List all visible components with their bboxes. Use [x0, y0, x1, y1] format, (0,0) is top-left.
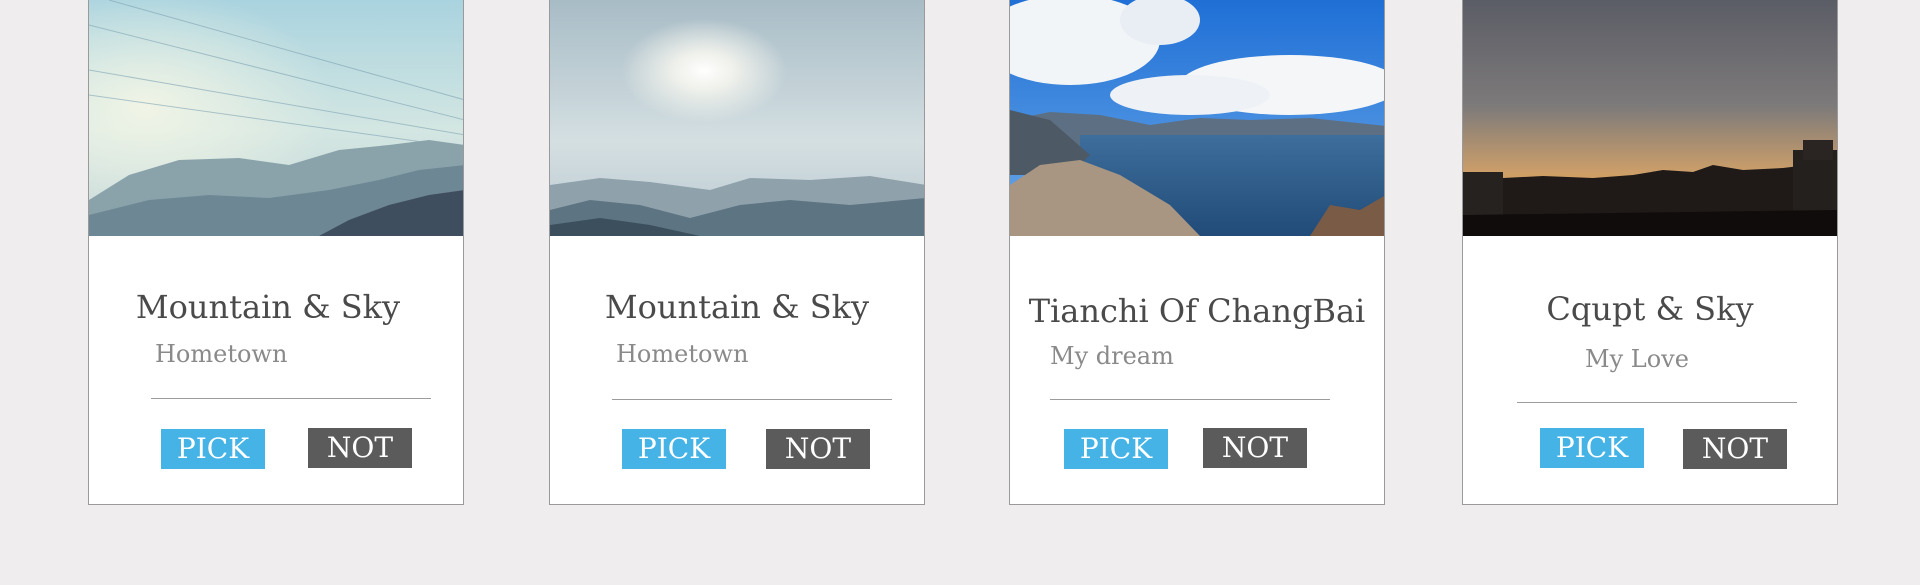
- card-photo-sunset-skyline: [1463, 0, 1837, 236]
- card-subtitle: Hometown: [616, 340, 749, 368]
- card-photo-misty-mountains: [89, 0, 463, 236]
- pick-button[interactable]: PICK: [622, 429, 726, 469]
- pick-button[interactable]: PICK: [1540, 428, 1644, 468]
- photo-card: Mountain & Sky Hometown PICK NOT: [88, 0, 464, 505]
- card-title: Cqupt & Sky: [1546, 290, 1754, 328]
- card-photo-hazy-sun: [550, 0, 924, 236]
- not-button[interactable]: NOT: [1203, 428, 1307, 468]
- card-title: Tianchi Of ChangBai: [1028, 292, 1366, 330]
- not-button[interactable]: NOT: [308, 428, 412, 468]
- pick-button[interactable]: PICK: [1064, 429, 1168, 469]
- card-divider: [1050, 399, 1330, 400]
- page: { "cards": [ { "title": "Mountain & Sky"…: [0, 0, 1920, 585]
- card-divider: [1517, 402, 1797, 403]
- card-subtitle: My Love: [1585, 345, 1689, 373]
- card-title: Mountain & Sky: [604, 288, 870, 326]
- not-button[interactable]: NOT: [1683, 429, 1787, 469]
- photo-card: Tianchi Of ChangBai My dream PICK NOT: [1009, 0, 1385, 505]
- pick-button[interactable]: PICK: [161, 429, 265, 469]
- photo-card: Cqupt & Sky My Love PICK NOT: [1462, 0, 1838, 505]
- card-divider: [612, 399, 892, 400]
- card-subtitle: Hometown: [155, 340, 288, 368]
- photo-card: Mountain & Sky Hometown PICK NOT: [549, 0, 925, 505]
- card-photo-crater-lake: [1010, 0, 1384, 236]
- card-title: Mountain & Sky: [135, 288, 401, 326]
- not-button[interactable]: NOT: [766, 429, 870, 469]
- card-subtitle: My dream: [1050, 342, 1174, 370]
- card-divider: [151, 398, 431, 399]
